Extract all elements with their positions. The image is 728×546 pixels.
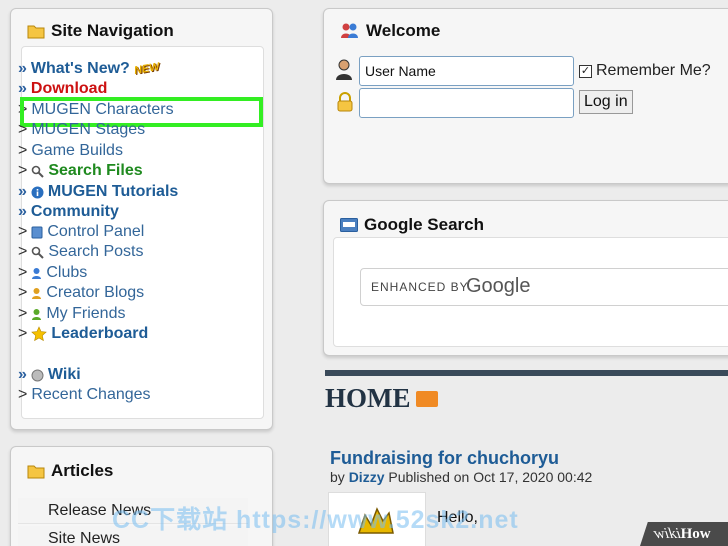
nav-item-wiki[interactable]: » Wiki xyxy=(18,366,81,384)
site-navigation-title: Site Navigation xyxy=(27,21,174,41)
login-button[interactable]: Log in xyxy=(579,90,633,114)
google-search-title: Google Search xyxy=(340,215,484,235)
nav-item-recent-changes[interactable]: > Recent Changes xyxy=(18,386,151,404)
password-input[interactable] xyxy=(359,88,574,118)
nav-link-control-panel[interactable]: Control Panel xyxy=(47,223,144,241)
remember-me-label: Remember Me? xyxy=(596,62,711,79)
nav-link-whats-new[interactable]: What's New? xyxy=(31,60,130,78)
home-title: HOME xyxy=(325,383,411,413)
article-byline: by Dizzy Published on Oct 17, 2020 00:42 xyxy=(330,469,593,485)
html-icon xyxy=(340,218,358,232)
article-title-link[interactable]: Fundraising for chuchoryu xyxy=(330,448,559,469)
users-icon xyxy=(341,23,358,38)
nav-link-mugen-tutorials[interactable]: MUGEN Tutorials xyxy=(48,183,178,201)
wiki-globe-icon xyxy=(31,369,44,381)
magnifier-icon xyxy=(32,246,45,259)
nav-link-creator-blogs[interactable]: Creator Blogs xyxy=(46,284,144,302)
nav-item-mugen-stages[interactable]: > MUGEN Stages xyxy=(18,121,145,139)
nav-link-search-posts[interactable]: Search Posts xyxy=(48,243,143,261)
nav-item-leaderboard[interactable]: > Leaderboard xyxy=(18,325,148,343)
wikihow-logo: wikiHow xyxy=(640,522,728,546)
nav-link-download[interactable]: Download xyxy=(31,80,107,98)
blogs-user-icon xyxy=(32,287,42,299)
lock-icon xyxy=(337,92,353,112)
nav-link-community[interactable]: Community xyxy=(31,203,119,221)
remember-me-checkbox[interactable]: ✓ xyxy=(579,65,592,78)
nav-link-my-friends[interactable]: My Friends xyxy=(46,305,125,323)
magnifier-icon xyxy=(32,165,45,178)
nav-link-search-files[interactable]: Search Files xyxy=(48,162,142,180)
nav-item-my-friends[interactable]: > My Friends xyxy=(18,305,125,323)
google-logo: Google xyxy=(466,275,531,297)
folder-icon xyxy=(27,25,45,38)
nav-item-creator-blogs[interactable]: > Creator Blogs xyxy=(18,284,144,302)
control-panel-icon xyxy=(31,226,43,238)
nav-item-clubs[interactable]: > Clubs xyxy=(18,264,87,282)
nav-item-download[interactable]: » Download xyxy=(18,80,107,98)
nav-link-clubs[interactable]: Clubs xyxy=(46,264,87,282)
welcome-title: Welcome xyxy=(340,21,440,41)
info-icon xyxy=(31,186,44,198)
folder-icon xyxy=(27,465,45,478)
rss-icon[interactable] xyxy=(416,391,438,407)
nav-item-search-posts[interactable]: > Search Posts xyxy=(18,243,144,261)
nav-link-recent-changes[interactable]: Recent Changes xyxy=(31,386,150,404)
nav-item-game-builds[interactable]: > Game Builds xyxy=(18,142,123,160)
nav-item-mugen-tutorials[interactable]: » MUGEN Tutorials xyxy=(18,183,178,201)
enhanced-by-label: ENHANCED BY xyxy=(371,280,469,294)
nav-link-mugen-stages[interactable]: MUGEN Stages xyxy=(31,121,145,139)
nav-item-search-files[interactable]: > Search Files xyxy=(18,162,143,180)
author-link[interactable]: Dizzy xyxy=(349,469,385,485)
star-icon xyxy=(31,326,48,342)
friends-user-icon xyxy=(32,308,42,320)
new-badge: NEW xyxy=(132,60,161,78)
clubs-user-icon xyxy=(32,267,42,279)
nav-link-game-builds[interactable]: Game Builds xyxy=(31,142,123,160)
username-input[interactable]: User Name xyxy=(359,56,574,86)
nav-link-leaderboard[interactable]: Leaderboard xyxy=(51,325,148,343)
nav-item-community[interactable]: » Community xyxy=(18,203,119,221)
watermark: CC下载站 https://www.52sk2.net xyxy=(112,506,519,534)
nav-item-whats-new[interactable]: » What's New? NEW xyxy=(18,60,160,78)
nav-link-wiki[interactable]: Wiki xyxy=(48,366,81,384)
articles-title: Articles xyxy=(27,461,113,481)
user-icon xyxy=(336,59,352,80)
home-divider xyxy=(325,370,728,376)
nav-item-control-panel[interactable]: > Control Panel xyxy=(18,223,144,241)
